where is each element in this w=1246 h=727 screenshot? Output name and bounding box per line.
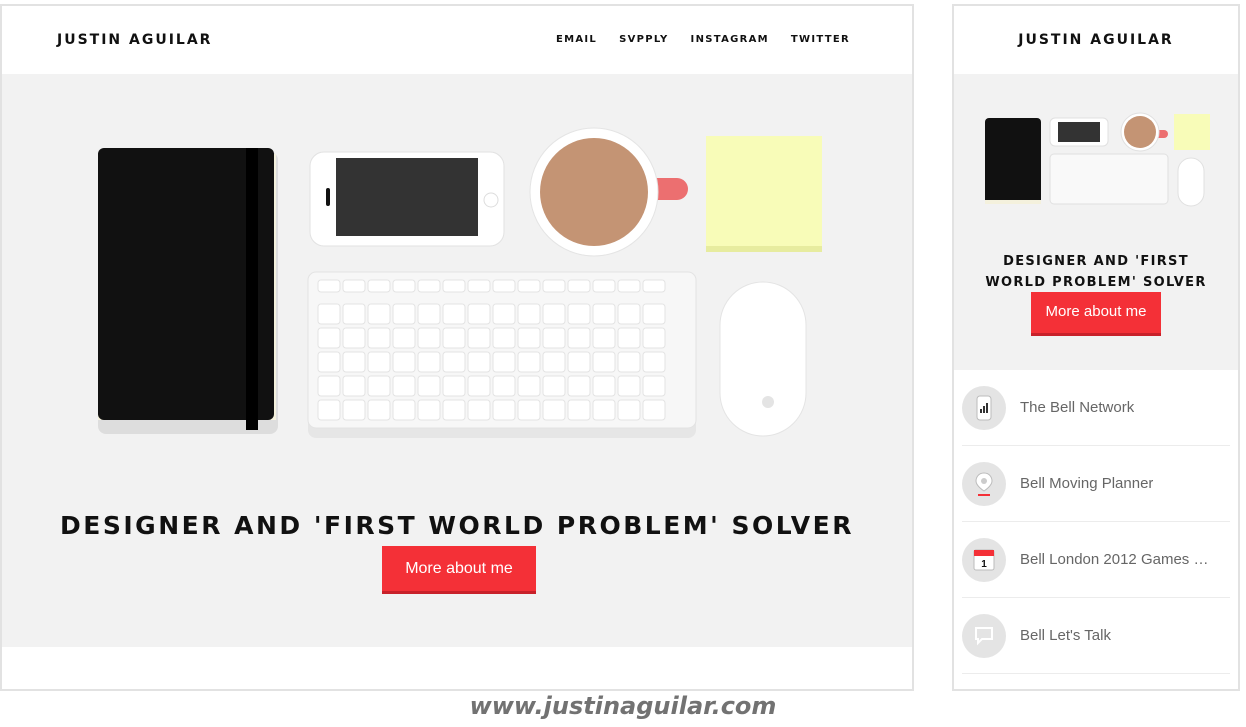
project-label: The Bell Network	[1020, 399, 1135, 416]
mobile-hero-section: DESIGNER AND 'FIRST WORLD PROBLEM' SOLVE…	[954, 74, 1238, 370]
brand-logo[interactable]: JUSTIN AGUILAR	[57, 32, 212, 48]
hero-section: DESIGNER AND 'FIRST WORLD PROBLEM' SOLVE…	[2, 74, 912, 647]
mouse-icon	[719, 281, 807, 437]
nav-email-link[interactable]: EMAIL	[556, 34, 597, 45]
nav-instagram-link[interactable]: INSTAGRAM	[691, 34, 769, 45]
brand-logo-mobile[interactable]: JUSTIN AGUILAR	[954, 32, 1238, 48]
mobile-preview: JUSTIN AGUILAR DESIGNER AND 'FIRST WORLD…	[952, 4, 1240, 691]
more-about-me-button[interactable]: More about me	[382, 546, 536, 594]
project-item[interactable]: The Bell Network	[962, 370, 1230, 446]
project-label: Bell Moving Planner	[1020, 475, 1154, 492]
sticky-note-icon	[1174, 114, 1210, 150]
desk-illustration-mobile	[985, 112, 1210, 207]
phone-signal-icon	[962, 385, 1006, 430]
project-item[interactable]: Bell Moving Planner	[962, 446, 1230, 522]
project-item[interactable]: 1 Bell London 2012 Games S…	[962, 522, 1230, 598]
mobile-more-about-me-button[interactable]: More about me	[1031, 292, 1161, 336]
project-label: Bell London 2012 Games S…	[1020, 551, 1210, 568]
speech-bubble-icon	[962, 613, 1006, 658]
project-item[interactable]: Bell Let's Talk	[962, 598, 1230, 674]
coffee-cup-icon	[529, 127, 688, 257]
site-url-caption: www.justinaguilar.com	[469, 692, 777, 720]
project-label: Bell Let's Talk	[1020, 627, 1111, 644]
notebook-icon	[98, 148, 278, 434]
desktop-preview: JUSTIN AGUILAR EMAIL SVPPLY INSTAGRAM TW…	[0, 4, 914, 691]
nav-twitter-link[interactable]: TWITTER	[791, 34, 850, 45]
phone-icon	[309, 151, 505, 247]
hero-headline: DESIGNER AND 'FIRST WORLD PROBLEM' SOLVE…	[60, 510, 854, 540]
sticky-note-icon	[706, 136, 822, 252]
mouse-icon	[1177, 157, 1205, 207]
notebook-icon	[985, 118, 1041, 204]
map-pin-icon	[962, 461, 1006, 506]
desk-illustration	[98, 127, 822, 438]
nav-svpply-link[interactable]: SVPPLY	[619, 34, 668, 45]
keyboard-icon	[307, 271, 697, 438]
svg-text:1: 1	[981, 559, 987, 570]
keyboard-icon	[1049, 153, 1169, 205]
calendar-icon: 1	[962, 537, 1006, 582]
mobile-hero-headline: DESIGNER AND 'FIRST WORLD PROBLEM' SOLVE…	[985, 253, 1207, 290]
main-nav: EMAIL SVPPLY INSTAGRAM TWITTER	[556, 34, 850, 45]
project-list: The Bell Network Bell Moving Planner 1 B…	[962, 370, 1230, 674]
